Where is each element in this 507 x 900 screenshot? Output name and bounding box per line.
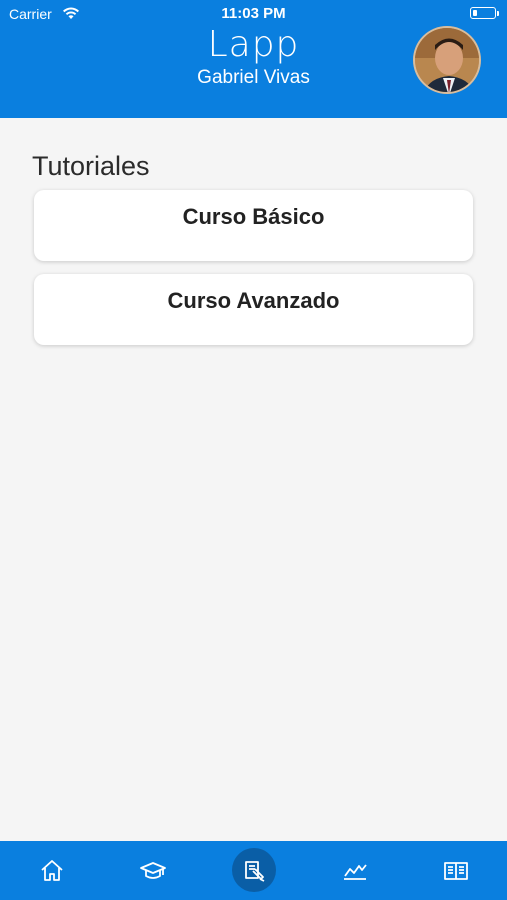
avatar[interactable]	[413, 26, 481, 94]
course-card-avanzado[interactable]: Curso Avanzado	[34, 274, 473, 345]
tab-progress[interactable]	[325, 841, 385, 900]
status-time: 11:03 PM	[221, 5, 286, 22]
tutorial-icon	[245, 860, 265, 882]
book-icon	[444, 861, 468, 880]
graduation-cap-icon	[140, 861, 166, 879]
course-card-basico[interactable]: Curso Básico	[34, 190, 473, 261]
home-icon	[41, 859, 63, 881]
course-label: Curso Avanzado	[167, 288, 340, 313]
tab-courses[interactable]	[123, 841, 183, 900]
app-header: Carrier 11:03 PM Lapp Gabriel Vivas	[0, 0, 507, 118]
tab-bar	[0, 841, 507, 900]
tab-tutorials[interactable]	[224, 841, 284, 900]
chart-icon	[344, 863, 367, 880]
tab-library[interactable]	[426, 841, 486, 900]
section-title: Tutoriales	[32, 151, 150, 181]
tab-home[interactable]	[22, 841, 82, 900]
battery-icon	[470, 7, 499, 19]
course-label: Curso Básico	[182, 204, 325, 229]
